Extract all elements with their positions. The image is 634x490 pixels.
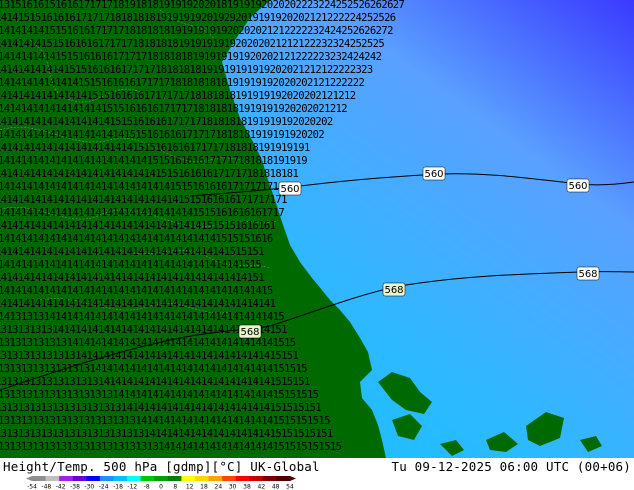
colorbar-tick-label: -48: [41, 484, 51, 490]
temperature-row: 1313131313131313131313131313141414141414…: [0, 441, 342, 453]
temperature-row: 1414141414141414141414141414141414141414…: [0, 285, 273, 297]
colorbar-segment: [154, 476, 169, 481]
temperature-row: 1313131313131414141414141414141414141414…: [0, 337, 296, 349]
colorbar-tick-label: 54: [286, 484, 294, 490]
contour-label: 560: [422, 166, 446, 181]
colorbar-segment: [45, 476, 60, 481]
colorbar-tick-label: -30: [84, 484, 94, 490]
colorbar-tick-label: 0: [159, 484, 163, 490]
temperature-row: 1414141414141414141414141515161616171717…: [0, 142, 310, 154]
colorbar-tick-label: -8: [144, 484, 150, 490]
colorbar-tick-label: 38: [243, 484, 251, 490]
map-canvas: 1315161615161617171718191818191919202018…: [0, 0, 634, 458]
temperature-row: 1414141414141414141414141414151516161617…: [0, 168, 299, 180]
colorbar: -54 -48 -42 -38 -30 -24 -18 -12 -8 0 8 12 18 24 30 38 42…: [26, 476, 296, 489]
colorbar-tick-label: -54: [27, 484, 37, 490]
colorbar-tick-label: 48: [272, 484, 280, 490]
colorbar-tick-label: 42: [258, 484, 266, 490]
temperature-row: 1414141414141414141414141415151616161717…: [0, 155, 307, 167]
temperature-row: 1414141414141414151516161617171717181818…: [0, 90, 356, 102]
colorbar-tick-label: -18: [113, 484, 123, 490]
colorbar-segment: [32, 476, 46, 481]
map-title: Height/Temp. 500 hPa [gdmp][°C] UK-Globa…: [3, 459, 320, 474]
colorbar-tick-label: 18: [200, 484, 208, 490]
contour-label: 568: [382, 282, 406, 297]
footer: Height/Temp. 500 hPa [gdmp][°C] UK-Globa…: [0, 458, 634, 490]
colorbar-segment: [276, 476, 291, 481]
temperature-row: 1414141415151616171717181818181919191919…: [0, 25, 393, 37]
svg-text:568: 568: [578, 269, 597, 280]
svg-text:560: 560: [424, 169, 443, 180]
colorbar-segment: [127, 476, 142, 481]
temperature-row: 1313131313131313131313131414141414141414…: [0, 415, 330, 427]
colorbar-segment: [86, 476, 101, 481]
weather-map[interactable]: 1315161615161617171718191818191919202018…: [0, 0, 634, 458]
colorbar-tick-label: -42: [56, 484, 66, 490]
colorbar-segment: [181, 476, 196, 481]
temperature-row: 1414141414141414141414141414141414141415…: [0, 233, 273, 245]
colorbar-segment: [222, 476, 237, 481]
colorbar-arrow-left: [26, 476, 32, 481]
temperature-row: 1414141414141414141414141414141415151616…: [0, 194, 287, 206]
temperature-row: 1414151516161617171718181818191919192019…: [0, 12, 396, 24]
temperature-row: 1414141414141414141414141414141414141414…: [0, 246, 264, 258]
contour-label: 568: [238, 324, 262, 339]
temperature-row: 1313131313131314141414141414141414141414…: [0, 350, 299, 362]
svg-text:568: 568: [384, 285, 403, 296]
colorbar-tick-label: 24: [215, 484, 223, 490]
contour-label: 560: [566, 178, 590, 193]
temperature-row: 1313131313131313131414141414141414141414…: [0, 376, 310, 388]
temperature-row: 1414141415151616161717171818181819191919…: [0, 38, 384, 50]
temperature-row: 1414141414141414141414141414141414141414…: [0, 272, 264, 284]
colorbar-segment: [167, 476, 182, 481]
colorbar-segment: [194, 476, 209, 481]
colorbar-tick-label: 8: [173, 484, 177, 490]
colorbar-segment: [113, 476, 128, 481]
colorbar-segment: [208, 476, 223, 481]
colorbar-segment: [72, 476, 87, 481]
colorbar-segment: [262, 476, 277, 481]
colorbar-tick-label: -24: [99, 484, 109, 490]
colorbar-tick-label: -38: [70, 484, 80, 490]
colorbar-tick-label: -12: [127, 484, 137, 490]
temperature-row: 1414141414141414141415151616161717171818…: [0, 116, 333, 128]
colorbar-segment: [140, 476, 155, 481]
svg-text:560: 560: [280, 184, 299, 195]
temperature-row: 1313131313131313131313141414141414141414…: [0, 402, 321, 414]
contour-label: 560: [278, 181, 302, 196]
valid-time: Tu 09-12-2025 06:00 UTC (00+06): [391, 459, 631, 474]
colorbar-segment: [249, 476, 264, 481]
contour-label: 568: [576, 266, 600, 281]
temperature-row: 1315161615161617171718191818191919202018…: [0, 0, 405, 11]
svg-text:568: 568: [240, 327, 259, 338]
temperature-row: 1414141414141414141414141414141414141515…: [0, 220, 276, 232]
temperature-row: 1414141414141515161616171717181818181919…: [0, 64, 373, 76]
temperature-row: 1413131314141414141414141414141414141414…: [0, 311, 284, 323]
temperature-row: 1414141414141414141414151516161617171718…: [0, 129, 324, 141]
colorbar-segment: [99, 476, 114, 481]
colorbar-tick-label: 12: [186, 484, 194, 490]
temperature-row: 1414141414141414141414141414141414141414…: [0, 259, 261, 271]
temperature-row: 1313131313131313131313131314141414141414…: [0, 428, 333, 440]
colorbar-segment: [235, 476, 250, 481]
temperature-row: 1414141414151516161617171718181818191919…: [0, 51, 382, 63]
svg-text:560: 560: [568, 181, 587, 192]
colorbar-segment: [59, 476, 74, 481]
colorbar-tick-label: 30: [229, 484, 237, 490]
temperature-row: 1414141414141414141414141414141414151516…: [0, 207, 284, 219]
colorbar-arrow-right: [290, 476, 296, 481]
temperature-row: 1414141414141414141515161616171717181818…: [0, 103, 347, 115]
temperature-row: 1414141414141414141414141414141414141414…: [0, 298, 276, 310]
temperature-row: 1313131313131313141414141414141414141414…: [0, 363, 307, 375]
temperature-row: 1414141414141415151616161717171818181818…: [0, 77, 364, 89]
temperature-row: 1313131313131313131314141414141414141414…: [0, 389, 319, 401]
